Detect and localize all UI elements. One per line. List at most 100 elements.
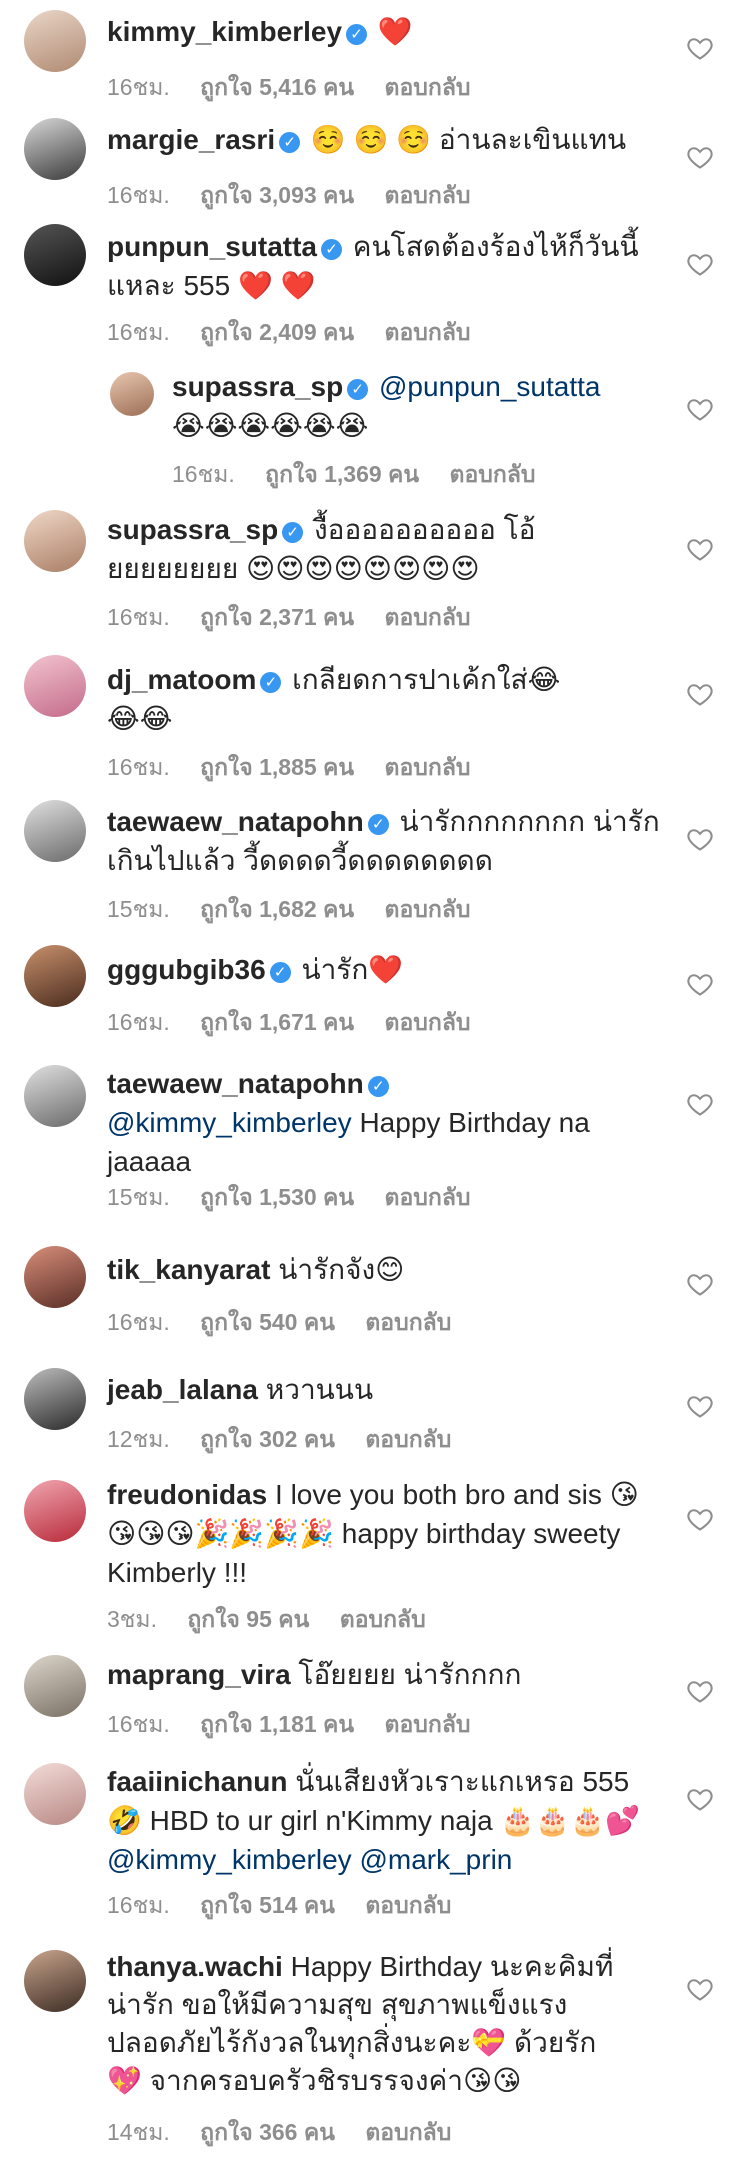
comment-time: 12ชม. <box>107 1426 170 1452</box>
heart-outline-icon[interactable] <box>686 1090 714 1118</box>
heart-outline-icon[interactable] <box>686 1677 714 1705</box>
avatar[interactable] <box>110 372 154 416</box>
comment-username[interactable]: freudonidas <box>107 1479 267 1510</box>
reply-button[interactable]: ตอบกลับ <box>385 1009 471 1035</box>
reply-button[interactable]: ตอบกลับ <box>385 754 471 780</box>
reply-button[interactable]: ตอบกลับ <box>385 604 471 630</box>
comment-time: 16ชม. <box>107 1892 170 1918</box>
avatar[interactable] <box>24 655 86 717</box>
comment-likes[interactable]: ถูกใจ 5,416 คน <box>200 74 354 100</box>
comment-mention[interactable]: @punpun_sutatta <box>379 371 600 402</box>
heart-outline-icon[interactable] <box>686 395 714 423</box>
comment-time: 15ชม. <box>107 1184 170 1210</box>
comment-likes[interactable]: ถูกใจ 1,885 คน <box>200 754 354 780</box>
avatar[interactable] <box>24 1065 86 1127</box>
heart-outline-icon[interactable] <box>686 250 714 278</box>
comment-username[interactable]: kimmy_kimberley <box>107 16 342 47</box>
comment-likes[interactable]: ถูกใจ 366 คน <box>200 2119 335 2145</box>
avatar[interactable] <box>24 1480 86 1542</box>
comment-likes[interactable]: ถูกใจ 2,371 คน <box>200 604 354 630</box>
comment-username[interactable]: margie_rasri <box>107 124 275 155</box>
verified-badge-icon: ✓ <box>260 672 282 693</box>
comment-username[interactable]: thanya.wachi <box>107 1951 283 1982</box>
comment-username[interactable]: tik_kanyarat <box>107 1254 270 1285</box>
verified-badge-icon: ✓ <box>347 379 369 400</box>
reply-button[interactable]: ตอบกลับ <box>385 896 471 922</box>
comment-time: 15ชม. <box>107 896 170 922</box>
reply-button[interactable]: ตอบกลับ <box>450 461 536 487</box>
heart-outline-icon[interactable] <box>686 680 714 708</box>
comment-likes[interactable]: ถูกใจ 302 คน <box>200 1426 335 1452</box>
comment-time: 16ชม. <box>107 1009 170 1035</box>
verified-badge-icon: ✓ <box>346 24 368 45</box>
avatar[interactable] <box>24 510 86 572</box>
avatar[interactable] <box>24 118 86 180</box>
comment-time: 16ชม. <box>107 1711 170 1737</box>
verified-badge-icon: ✓ <box>282 522 304 543</box>
heart-outline-icon[interactable] <box>686 1392 714 1420</box>
comment-likes[interactable]: ถูกใจ 1,369 คน <box>265 461 419 487</box>
comment-time: 16ชม. <box>107 754 170 780</box>
heart-outline-icon[interactable] <box>686 825 714 853</box>
reply-button[interactable]: ตอบกลับ <box>365 1892 451 1918</box>
verified-badge-icon: ✓ <box>321 239 342 260</box>
comment-likes[interactable]: ถูกใจ 3,093 คน <box>200 182 354 208</box>
comment-text: 😭😭😭😭😭😭 <box>172 410 369 441</box>
comment-likes[interactable]: ถูกใจ 1,181 คน <box>200 1711 354 1737</box>
avatar[interactable] <box>24 1368 86 1430</box>
heart-outline-icon[interactable] <box>686 970 714 998</box>
reply-button[interactable]: ตอบกลับ <box>385 319 471 345</box>
heart-outline-icon[interactable] <box>686 143 714 171</box>
comment-time: 16ชม. <box>107 604 170 630</box>
comment-time: 16ชม. <box>172 461 235 487</box>
comment-likes[interactable]: ถูกใจ 514 คน <box>200 1892 335 1918</box>
reply-button[interactable]: ตอบกลับ <box>365 1426 451 1452</box>
comment-mention[interactable]: @kimmy_kimberley @mark_prin <box>107 1844 512 1875</box>
comment-mention[interactable]: @kimmy_kimberley <box>107 1107 352 1138</box>
comment-time: 16ชม. <box>107 182 170 208</box>
comment-username[interactable]: jeab_lalana <box>107 1374 258 1405</box>
comment-username[interactable]: supassra_sp <box>172 371 343 402</box>
comment-likes[interactable]: ถูกใจ 1,530 คน <box>200 1184 354 1210</box>
reply-button[interactable]: ตอบกลับ <box>385 182 471 208</box>
comment-username[interactable]: maprang_vira <box>107 1659 291 1690</box>
avatar[interactable] <box>24 945 86 1007</box>
avatar[interactable] <box>24 10 86 72</box>
comment-likes[interactable]: ถูกใจ 540 คน <box>200 1309 335 1335</box>
comment-username[interactable]: supassra_sp <box>107 514 278 545</box>
reply-button[interactable]: ตอบกลับ <box>365 1309 451 1335</box>
reply-button[interactable]: ตอบกลับ <box>385 74 471 100</box>
avatar[interactable] <box>24 1246 86 1308</box>
reply-button[interactable]: ตอบกลับ <box>340 1606 426 1632</box>
comment-username[interactable]: taewaew_natapohn <box>107 806 364 837</box>
heart-outline-icon[interactable] <box>686 1270 714 1298</box>
comment-time: 16ชม. <box>107 319 170 345</box>
avatar[interactable] <box>24 1950 86 2012</box>
avatar[interactable] <box>24 1763 86 1825</box>
comment-username[interactable]: faaiinichanun <box>107 1766 287 1797</box>
comment-username[interactable]: taewaew_natapohn <box>107 1068 364 1099</box>
verified-badge-icon: ✓ <box>269 962 291 983</box>
heart-outline-icon[interactable] <box>686 1785 714 1813</box>
reply-button[interactable]: ตอบกลับ <box>385 1184 471 1210</box>
heart-outline-icon[interactable] <box>686 1505 714 1533</box>
avatar[interactable] <box>24 224 86 286</box>
comment-time: 16ชม. <box>107 74 170 100</box>
comment-likes[interactable]: ถูกใจ 95 คน <box>187 1606 309 1632</box>
reply-button[interactable]: ตอบกลับ <box>385 1711 471 1737</box>
comment-likes[interactable]: ถูกใจ 2,409 คน <box>200 319 354 345</box>
comment-time: 14ชม. <box>107 2119 170 2145</box>
avatar[interactable] <box>24 800 86 862</box>
comment-likes[interactable]: ถูกใจ 1,671 คน <box>200 1009 354 1035</box>
comment-text: โอ๊ยยยย น่ารักกกก <box>298 1659 522 1690</box>
avatar[interactable] <box>24 1655 86 1717</box>
heart-outline-icon[interactable] <box>686 34 714 62</box>
comment-username[interactable]: dj_matoom <box>107 664 256 695</box>
heart-outline-icon[interactable] <box>686 535 714 563</box>
heart-outline-icon[interactable] <box>686 1975 714 2003</box>
reply-button[interactable]: ตอบกลับ <box>365 2119 451 2145</box>
comment-username[interactable]: punpun_sutatta <box>107 231 317 262</box>
comment-username[interactable]: gggubgib36 <box>107 954 266 985</box>
comment-likes[interactable]: ถูกใจ 1,682 คน <box>200 896 354 922</box>
comment-text: น่ารักจัง😊 <box>278 1254 405 1285</box>
